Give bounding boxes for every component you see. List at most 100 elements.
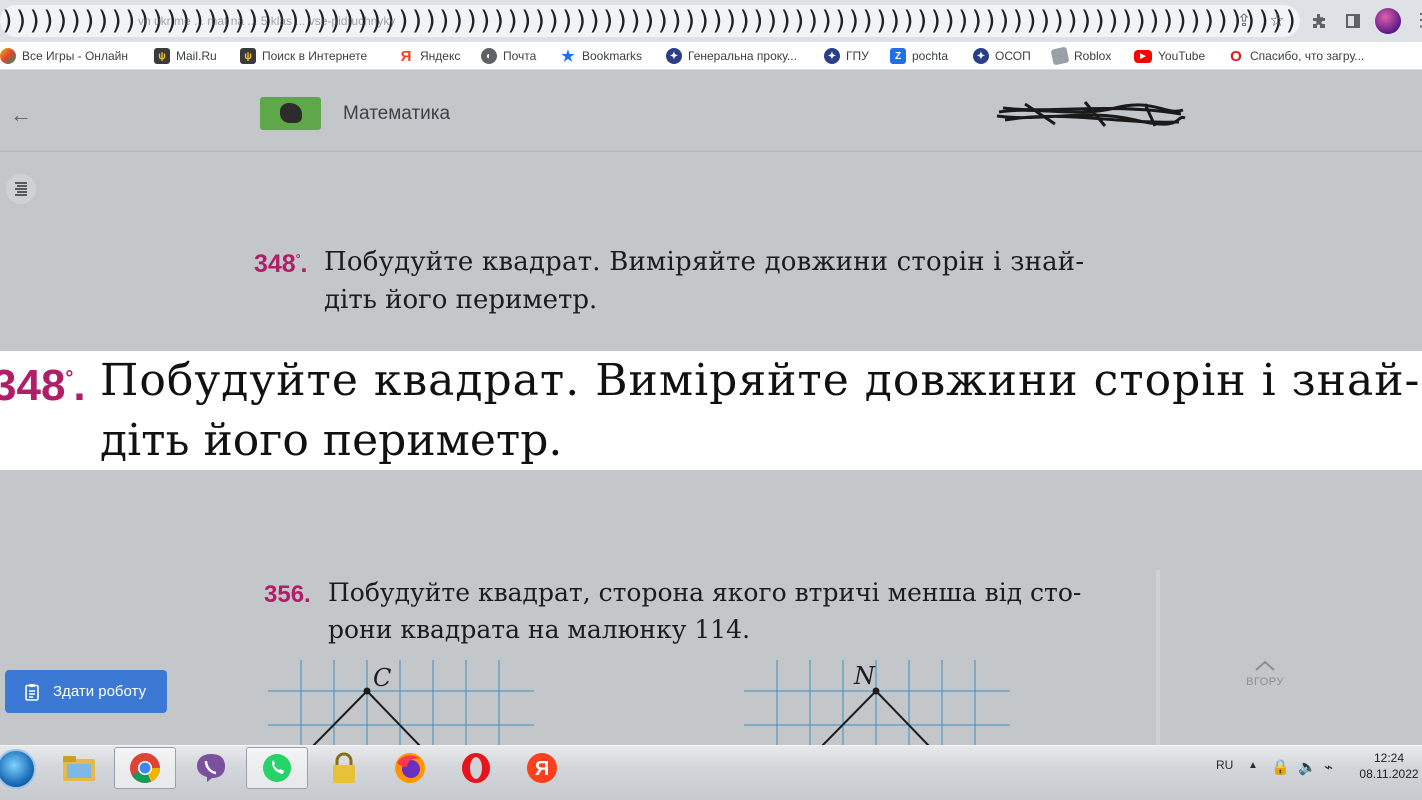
- submit-work-label: Здати роботу: [53, 683, 147, 700]
- redacted-scribble: [996, 101, 1186, 127]
- firefox-icon: [395, 753, 425, 783]
- z-icon: Z: [890, 48, 906, 64]
- star-icon: ★: [561, 48, 575, 65]
- chrome-icon: [130, 753, 160, 783]
- bookmark-item[interactable]: O Спасибо, что загру...: [1228, 47, 1364, 65]
- bookmark-label: Все Игры - Онлайн: [22, 49, 128, 63]
- bookmark-item[interactable]: ◐ Почта: [481, 47, 536, 65]
- grid-figure-right: N: [744, 660, 1010, 746]
- volume-icon[interactable]: 🔈: [1298, 758, 1317, 776]
- vertex-label: N: [853, 662, 876, 690]
- folder-icon: [63, 756, 95, 781]
- exercise-number: 348°.: [254, 250, 308, 278]
- back-to-top-label: ВГОРУ: [1246, 676, 1284, 688]
- menu-icon[interactable]: ⋮: [1412, 10, 1422, 31]
- clock-time: 12:24: [1373, 751, 1405, 765]
- games-icon: [0, 48, 16, 64]
- exercise-number: 356.: [264, 581, 311, 608]
- list-icon: [15, 182, 27, 196]
- zoomed-exercise-banner: 348°. Побудуйте квадрат. Виміряйте довжи…: [0, 351, 1422, 470]
- bookmark-item[interactable]: Я Яндекс: [398, 47, 461, 65]
- taskbar-viber[interactable]: [180, 747, 242, 789]
- emblem-icon: ✦: [666, 48, 682, 64]
- taskbar-opera[interactable]: [445, 747, 507, 789]
- bookmark-item[interactable]: ψ Поиск в Интернете: [240, 47, 367, 65]
- book-cover-thumbnail: [260, 97, 321, 130]
- yandex-icon: Я: [527, 753, 557, 783]
- power-icon[interactable]: ⌁: [1324, 758, 1333, 776]
- taskbar-keepass[interactable]: [313, 747, 375, 789]
- bookmark-label: Почта: [503, 49, 537, 63]
- page-title: Математика: [343, 103, 451, 124]
- bookmark-item[interactable]: ✦ ГПУ: [824, 47, 869, 65]
- submit-work-button[interactable]: Здати роботу: [5, 670, 167, 713]
- bookmark-item[interactable]: ▶ YouTube: [1134, 47, 1205, 65]
- back-arrow-icon[interactable]: ←: [10, 102, 32, 128]
- bookmark-label: pochta: [912, 49, 949, 63]
- vertex-label: C: [373, 664, 391, 692]
- bookmark-label: ОСОП: [995, 49, 1031, 63]
- bookmark-item[interactable]: ★ Bookmarks: [560, 47, 642, 65]
- bookmarks-bar: Все Игры - Онлайн ψ Mail.Ru ψ Поиск в Ин…: [0, 42, 1422, 70]
- youtube-icon: ▶: [1134, 49, 1152, 63]
- system-clock[interactable]: 12:24 08.11.2022: [1356, 750, 1422, 782]
- taskbar-chrome[interactable]: [114, 747, 176, 789]
- chevron-up-icon: [1255, 660, 1275, 671]
- bookmark-item[interactable]: ✦ Генеральна проку...: [666, 47, 797, 65]
- side-panel-icon[interactable]: [1338, 6, 1368, 36]
- bookmark-label: ГПУ: [846, 49, 869, 63]
- emblem-icon: ✦: [824, 48, 840, 64]
- clipboard-icon: [25, 683, 39, 701]
- trident-icon: ψ: [240, 48, 256, 64]
- taskbar-yandex[interactable]: Я: [511, 747, 573, 789]
- back-to-top-button[interactable]: ВГОРУ: [1240, 660, 1290, 710]
- extensions-icon[interactable]: [1304, 6, 1334, 36]
- bookmark-label: Спасибо, что загру...: [1250, 49, 1365, 63]
- bookmark-label: Поиск в Интернете: [262, 49, 368, 63]
- exercise-text-line: діть його периметр.: [324, 285, 598, 315]
- language-indicator[interactable]: RU: [1216, 758, 1233, 772]
- profile-avatar[interactable]: [1375, 8, 1401, 34]
- taskbar-firefox[interactable]: [379, 747, 441, 789]
- security-icon[interactable]: 🔒: [1271, 758, 1290, 776]
- windows-taskbar: Я RU ▲ 🔒 🔈 ⌁ 12:24 08.11.2022: [0, 745, 1422, 800]
- opera-icon: O: [1230, 47, 1242, 65]
- tray-expand-icon[interactable]: ▲: [1248, 760, 1258, 771]
- exercise-number: 348°.: [0, 361, 86, 410]
- emblem-icon: ✦: [973, 48, 989, 64]
- viber-icon: [197, 754, 225, 782]
- taskbar-whatsapp[interactable]: [246, 747, 308, 789]
- bookmark-label: Bookmarks: [582, 49, 643, 63]
- exercise-text-line: Побудуйте квадрат, сторона якого втричі …: [328, 578, 1082, 607]
- svg-text:Я: Я: [535, 758, 549, 780]
- address-bar-url: vn ukr me ... mat na ... 5 klas ... vse-…: [138, 14, 396, 28]
- taskbar-explorer[interactable]: [48, 747, 110, 789]
- exercise-text-line: Побудуйте квадрат. Виміряйте довжини сто…: [324, 247, 1085, 277]
- globe-icon: ◐: [481, 48, 497, 64]
- bookmark-label: Яндекс: [420, 49, 461, 63]
- bookmark-item[interactable]: Все Игры - Онлайн: [0, 47, 128, 65]
- browser-toolbar: ))))))))))))))))))))))))))))))))))))))))…: [0, 0, 1422, 42]
- opera-icon: [462, 753, 490, 783]
- page-edge: [1156, 570, 1160, 746]
- grid-figure-left: C: [268, 660, 534, 746]
- exercise-text-line: діть його периметр.: [100, 415, 563, 466]
- exercise-text-line: Побудуйте квадрат. Виміряйте довжини сто…: [100, 355, 1421, 406]
- padlock-icon: [333, 752, 355, 783]
- share-icon[interactable]: ⇪: [1229, 6, 1259, 36]
- bookmark-star-icon[interactable]: ☆: [1262, 6, 1292, 36]
- bookmark-item[interactable]: Roblox: [1050, 46, 1112, 66]
- page-header: ← Математика: [0, 76, 1422, 152]
- bookmark-item[interactable]: ψ Mail.Ru: [154, 47, 217, 65]
- bookmark-label: Генеральна проку...: [688, 49, 797, 63]
- bookmark-item[interactable]: ✦ ОСОП: [973, 47, 1031, 65]
- exercise-text-line: рони квадрата на малюнку 114.: [328, 615, 751, 644]
- bookmark-item[interactable]: Z pochta: [890, 47, 948, 65]
- start-button[interactable]: [0, 749, 36, 789]
- roblox-icon: [1050, 46, 1070, 66]
- table-of-contents-button[interactable]: [6, 174, 36, 204]
- bookmark-label: Mail.Ru: [176, 49, 217, 63]
- bookmark-label: Roblox: [1074, 49, 1112, 63]
- address-bar[interactable]: ))))))))))))))))))))))))))))))))))))))))…: [0, 5, 1300, 37]
- trident-icon: ψ: [154, 48, 170, 64]
